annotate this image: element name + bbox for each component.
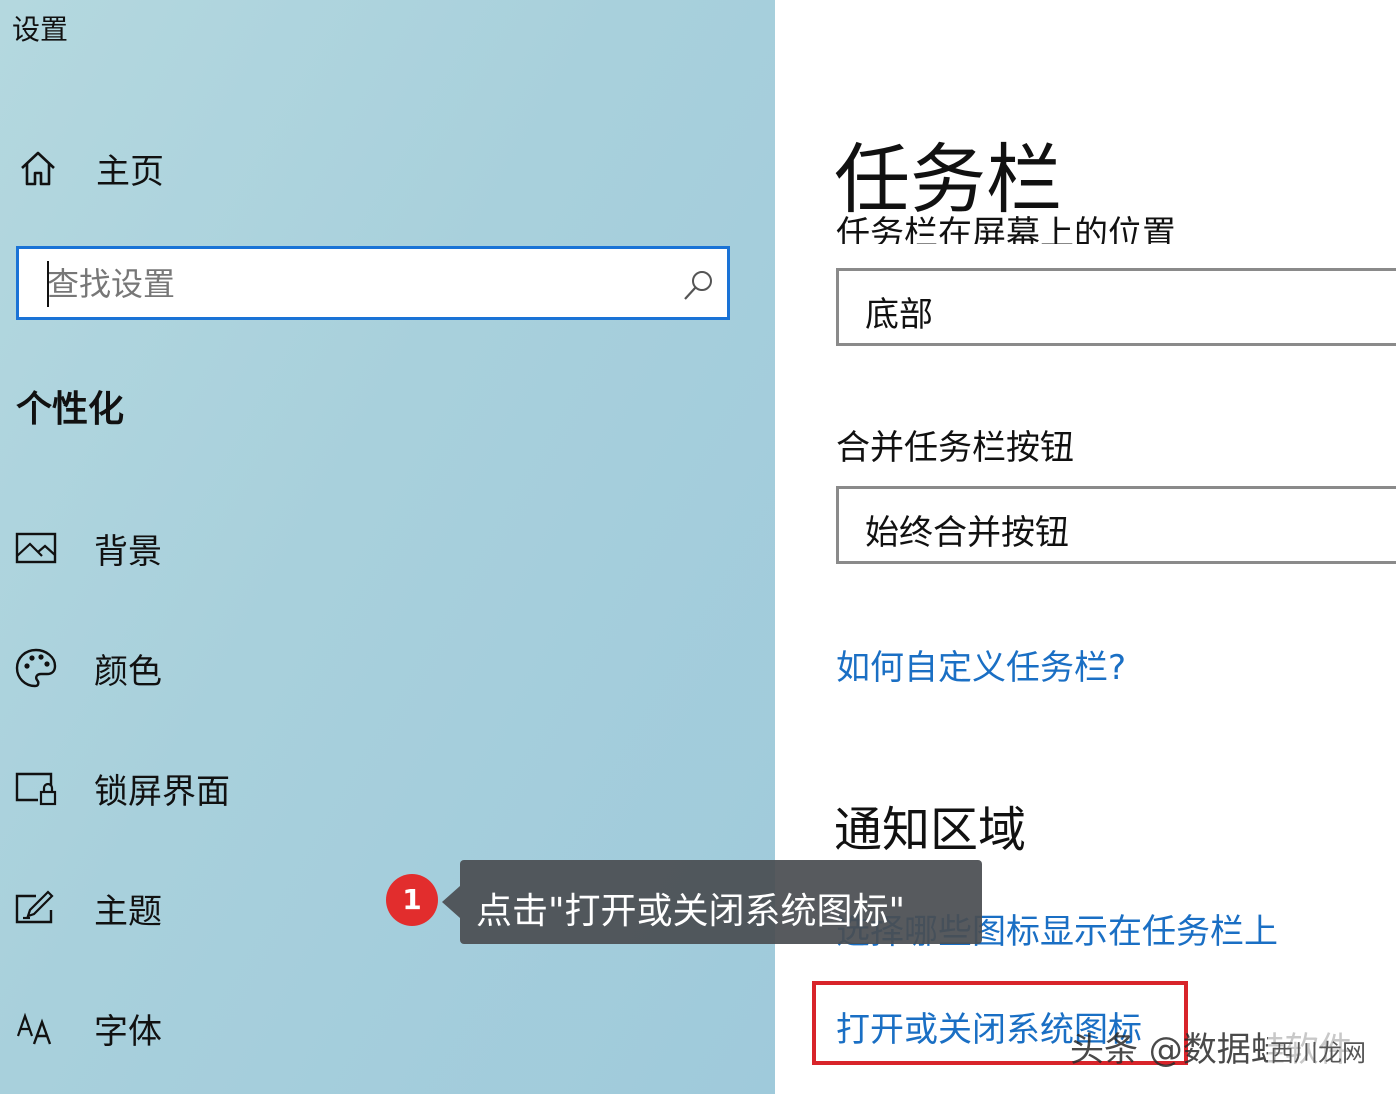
taskbar-position-dropdown[interactable]: 底部 bbox=[836, 268, 1396, 346]
notification-area-heading: 通知区域 bbox=[834, 802, 1027, 858]
app-title: 设置 bbox=[12, 13, 69, 46]
sidebar-item-lock-screen[interactable]: 锁屏界面 bbox=[14, 760, 434, 820]
sidebar-item-label: 背景 bbox=[94, 532, 162, 572]
site-watermark: 西川龙网 bbox=[1268, 1030, 1368, 1076]
tooltip-arrow bbox=[442, 886, 460, 918]
sidebar-item-home[interactable]: 主页 bbox=[16, 140, 416, 200]
text-caret bbox=[47, 261, 49, 307]
sidebar-item-background[interactable]: 背景 bbox=[14, 520, 434, 580]
customize-taskbar-link[interactable]: 如何自定义任务栏? bbox=[836, 640, 1126, 689]
search-input[interactable] bbox=[45, 261, 669, 307]
lock-screen-icon bbox=[15, 772, 57, 806]
instruction-tooltip: 点击"打开或关闭系统图标" bbox=[442, 860, 982, 944]
combine-buttons-label: 合并任务栏按钮 bbox=[836, 428, 1074, 468]
home-icon bbox=[21, 151, 55, 186]
theme-icon bbox=[15, 890, 54, 924]
combine-buttons-dropdown[interactable]: 始终合并按钮 bbox=[836, 486, 1396, 564]
taskbar-position-label-text: 任务栏在屏幕上的位置 bbox=[836, 214, 1176, 244]
sidebar-item-label: 主题 bbox=[94, 892, 162, 932]
sidebar-item-themes[interactable]: 主题 bbox=[14, 880, 434, 940]
sidebar-item-label: 字体 bbox=[94, 1012, 162, 1052]
sidebar-item-label: 锁屏界面 bbox=[94, 772, 230, 812]
sidebar-item-colors[interactable]: 颜色 bbox=[14, 640, 434, 700]
taskbar-position-value: 底部 bbox=[865, 295, 933, 335]
section-heading-personalization: 个性化 bbox=[16, 389, 125, 430]
search-icon[interactable] bbox=[681, 269, 715, 303]
sidebar-item-fonts[interactable]: 字体 bbox=[14, 1000, 434, 1060]
font-icon bbox=[16, 1012, 52, 1045]
sidebar-item-label: 颜色 bbox=[94, 652, 162, 692]
step-badge: 1 bbox=[386, 874, 438, 926]
palette-icon bbox=[15, 648, 57, 688]
combine-buttons-value: 始终合并按钮 bbox=[865, 513, 1069, 553]
sidebar-item-label: 主页 bbox=[96, 152, 164, 192]
taskbar-position-label: 任务栏在屏幕上的位置 bbox=[836, 212, 1176, 244]
tooltip-text: 点击"打开或关闭系统图标" bbox=[476, 891, 906, 932]
search-box[interactable] bbox=[16, 246, 730, 320]
picture-icon bbox=[15, 532, 57, 564]
